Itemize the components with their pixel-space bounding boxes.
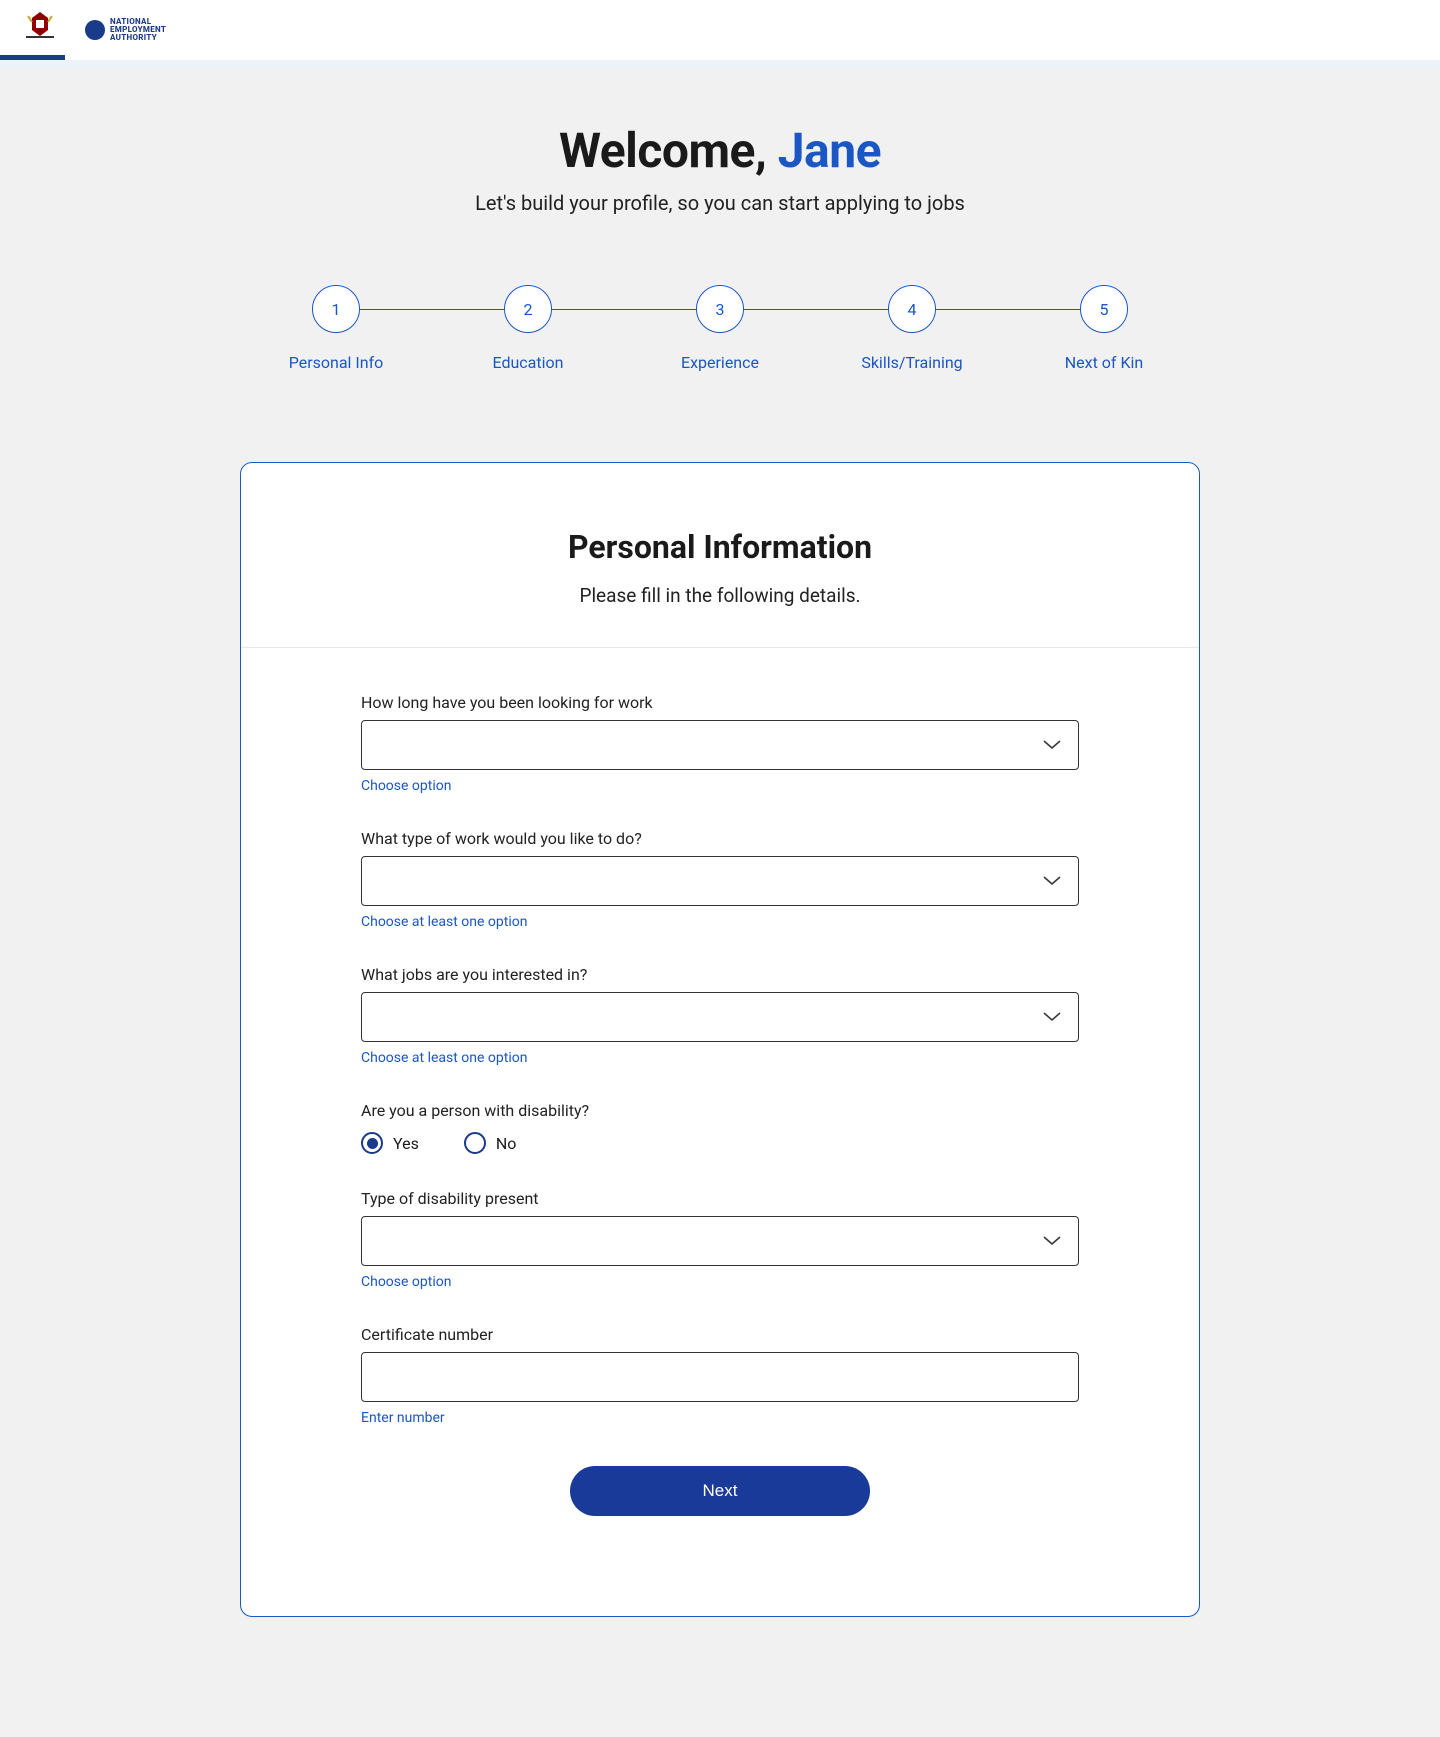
page-container: Welcome, Jane Let's build your profile, … <box>220 72 1220 1737</box>
field-label: Certificate number <box>361 1325 1079 1344</box>
radio-button-icon <box>361 1132 383 1154</box>
form-area: How long have you been looking for work … <box>241 648 1199 1516</box>
field-label: How long have you been looking for work <box>361 693 1079 712</box>
field-jobs-interest: What jobs are you interested in? Choose … <box>361 965 1079 1066</box>
disability-type-select[interactable] <box>361 1216 1079 1266</box>
step-label: Personal Info <box>289 353 384 372</box>
step-education[interactable]: 2 Education <box>432 285 624 372</box>
nea-logo: NATIONAL EMPLOYMENT AUTHORITY <box>85 18 166 42</box>
step-circle: 5 <box>1080 285 1128 333</box>
radio-label: No <box>496 1134 517 1153</box>
certificate-number-input[interactable] <box>361 1352 1079 1402</box>
field-disability-type: Type of disability present Choose option <box>361 1189 1079 1290</box>
field-certificate-number: Certificate number Enter number <box>361 1325 1079 1426</box>
step-skills-training[interactable]: 4 Skills/Training <box>816 285 1008 372</box>
radio-selected-icon <box>367 1138 378 1149</box>
field-label: What type of work would you like to do? <box>361 829 1079 848</box>
step-experience[interactable]: 3 Experience <box>624 285 816 372</box>
step-connector <box>912 309 1104 310</box>
select-wrap <box>361 992 1079 1042</box>
welcome-prefix: Welcome, <box>559 122 778 179</box>
step-circle: 2 <box>504 285 552 333</box>
field-label: Type of disability present <box>361 1189 1079 1208</box>
step-label: Next of Kin <box>1065 353 1143 372</box>
card-header: Personal Information Please fill in the … <box>241 463 1199 648</box>
field-hint: Choose at least one option <box>361 914 1079 930</box>
radio-disability-yes[interactable]: Yes <box>361 1132 419 1154</box>
field-work-duration: How long have you been looking for work … <box>361 693 1079 794</box>
coat-of-arms-icon <box>22 10 58 50</box>
work-duration-select[interactable] <box>361 720 1079 770</box>
step-personal-info[interactable]: 1 Personal Info <box>240 285 432 372</box>
select-wrap <box>361 720 1079 770</box>
field-label: Are you a person with disability? <box>361 1101 1079 1120</box>
page-gradient <box>0 60 1440 72</box>
step-circle: 1 <box>312 285 360 333</box>
field-hint: Choose option <box>361 1274 1079 1290</box>
step-connector <box>528 309 720 310</box>
kenya-logo <box>20 10 60 50</box>
stepper: 1 Personal Info 2 Education 3 Experience… <box>240 285 1200 372</box>
field-disability: Are you a person with disability? Yes No <box>361 1101 1079 1154</box>
radio-button-icon <box>464 1132 486 1154</box>
field-label: What jobs are you interested in? <box>361 965 1079 984</box>
nea-logo-icon <box>85 20 105 40</box>
step-connector <box>720 309 912 310</box>
radio-label: Yes <box>393 1134 419 1153</box>
field-hint: Choose at least one option <box>361 1050 1079 1066</box>
field-work-type: What type of work would you like to do? … <box>361 829 1079 930</box>
next-button[interactable]: Next <box>570 1466 870 1516</box>
step-circle: 4 <box>888 285 936 333</box>
step-label: Skills/Training <box>861 353 962 372</box>
step-circle: 3 <box>696 285 744 333</box>
logo-group: NATIONAL EMPLOYMENT AUTHORITY <box>20 10 166 50</box>
field-hint: Enter number <box>361 1410 1079 1426</box>
page-subtitle: Let's build your profile, so you can sta… <box>240 191 1200 215</box>
select-wrap <box>361 1216 1079 1266</box>
form-card: Personal Information Please fill in the … <box>240 462 1200 1617</box>
step-label: Education <box>493 353 564 372</box>
card-title: Personal Information <box>281 528 1159 566</box>
welcome-name: Jane <box>778 122 881 179</box>
work-type-select[interactable] <box>361 856 1079 906</box>
step-label: Experience <box>681 353 759 372</box>
nea-logo-text: NATIONAL EMPLOYMENT AUTHORITY <box>110 18 166 42</box>
header-bar: NATIONAL EMPLOYMENT AUTHORITY <box>0 0 1440 60</box>
jobs-interest-select[interactable] <box>361 992 1079 1042</box>
radio-group: Yes No <box>361 1132 1079 1154</box>
field-hint: Choose option <box>361 778 1079 794</box>
select-wrap <box>361 856 1079 906</box>
step-next-of-kin[interactable]: 5 Next of Kin <box>1008 285 1200 372</box>
page-title: Welcome, Jane <box>240 122 1200 179</box>
card-subtitle: Please fill in the following details. <box>281 584 1159 607</box>
radio-disability-no[interactable]: No <box>464 1132 517 1154</box>
step-connector <box>336 309 528 310</box>
